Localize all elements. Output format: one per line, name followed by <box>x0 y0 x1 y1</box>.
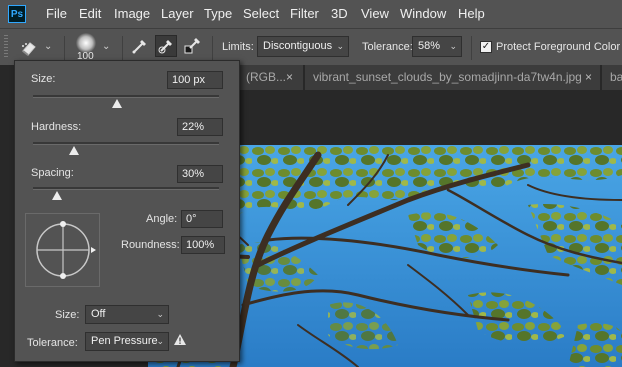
document-tab-label: vibrant_sunset_clouds_by_somadjinn-da7tw… <box>313 70 582 84</box>
brush-preset-popup: Size: 100 px Hardness: 22% Spacing: 30% … <box>14 60 240 362</box>
size-label: Size: <box>31 73 56 85</box>
hardness-slider-track[interactable] <box>33 142 219 145</box>
pen-tolerance-value: Pen Pressure <box>91 335 158 347</box>
document-tab[interactable]: (RGB... × <box>238 65 304 90</box>
roundness-label: Roundness: <box>121 239 180 251</box>
chevron-down-icon: ⌄ <box>156 336 164 346</box>
options-bar-grip[interactable] <box>4 35 8 59</box>
pen-size-value: Off <box>91 308 106 320</box>
close-tab-icon[interactable]: × <box>585 65 592 90</box>
sampling-background-swatch-icon <box>184 38 200 54</box>
menu-layer[interactable]: Layer <box>161 6 194 21</box>
close-tab-icon[interactable]: × <box>286 65 293 90</box>
menu-window[interactable]: Window <box>400 6 446 21</box>
hardness-input[interactable]: 22% <box>177 118 223 136</box>
chevron-down-icon: ⌄ <box>156 309 164 319</box>
spacing-label: Spacing: <box>31 167 74 179</box>
menu-view[interactable]: View <box>361 6 389 21</box>
menu-bar: Ps File Edit Image Layer Type Select Fil… <box>0 0 622 28</box>
menu-select[interactable]: Select <box>243 6 279 21</box>
menu-image[interactable]: Image <box>114 6 150 21</box>
tolerance-label: Tolerance: <box>362 41 413 53</box>
sampling-once-icon <box>158 40 172 54</box>
tolerance-value: 58% <box>418 40 441 52</box>
size-slider-track[interactable] <box>33 95 219 98</box>
document-tab[interactable]: vibrant_sunset_clouds_by_somadjinn-da7tw… <box>305 65 601 90</box>
background-eraser-icon[interactable] <box>20 39 38 56</box>
spacing-slider-track[interactable] <box>33 187 219 190</box>
size-input[interactable]: 100 px <box>167 71 223 89</box>
chevron-down-icon: ⌄ <box>449 41 457 51</box>
limits-label: Limits: <box>222 41 254 53</box>
menu-filter[interactable]: Filter <box>290 6 319 21</box>
menu-3d[interactable]: 3D <box>331 6 348 21</box>
menu-type[interactable]: Type <box>204 6 232 21</box>
roundness-input[interactable]: 100% <box>181 236 225 254</box>
separator <box>212 36 213 60</box>
limits-value: Discontiguous <box>263 40 333 52</box>
separator <box>64 36 65 60</box>
tool-preset-chevron-down-icon[interactable]: ⌄ <box>44 41 52 52</box>
pen-size-label: Size: <box>55 309 80 321</box>
hardness-label: Hardness: <box>31 121 82 133</box>
tolerance-input[interactable]: 58% ⌄ <box>412 36 462 57</box>
photoshop-logo: Ps <box>8 5 26 23</box>
spacing-slider-handle[interactable] <box>52 191 63 200</box>
warning-icon <box>173 333 187 349</box>
pen-tolerance-label: Tolerance: <box>27 337 78 349</box>
limits-select[interactable]: Discontiguous ⌄ <box>257 36 349 57</box>
sampling-once-button[interactable] <box>155 35 177 57</box>
angle-roundness-widget[interactable] <box>25 213 100 287</box>
document-tab-label: (RGB... <box>246 70 287 84</box>
spacing-input[interactable]: 30% <box>177 165 223 183</box>
chevron-down-icon: ⌄ <box>336 41 344 51</box>
document-tab-label: ba <box>610 70 622 84</box>
sampling-background-swatch-button[interactable] <box>182 35 204 57</box>
menu-edit[interactable]: Edit <box>79 6 101 21</box>
protect-foreground-checkbox[interactable]: ✓ <box>480 41 492 53</box>
brush-picker-chevron-down-icon[interactable]: ⌄ <box>102 41 110 52</box>
size-slider-handle[interactable] <box>111 99 122 108</box>
pen-tolerance-select[interactable]: Pen Pressure ⌄ <box>85 332 169 351</box>
separator <box>471 36 472 60</box>
menu-help[interactable]: Help <box>458 6 485 21</box>
sampling-continuous-icon <box>132 40 146 54</box>
sampling-continuous-button[interactable] <box>129 35 151 57</box>
protect-foreground-label[interactable]: Protect Foreground Color <box>496 41 620 53</box>
pen-size-select[interactable]: Off ⌄ <box>85 305 169 324</box>
document-tab[interactable]: ba <box>602 65 622 90</box>
hardness-slider-handle[interactable] <box>68 146 79 155</box>
menu-file[interactable]: File <box>46 6 67 21</box>
angle-input[interactable]: 0° <box>181 210 223 228</box>
brush-preview-icon[interactable] <box>76 33 96 53</box>
angle-label: Angle: <box>146 213 178 225</box>
separator <box>122 36 123 60</box>
